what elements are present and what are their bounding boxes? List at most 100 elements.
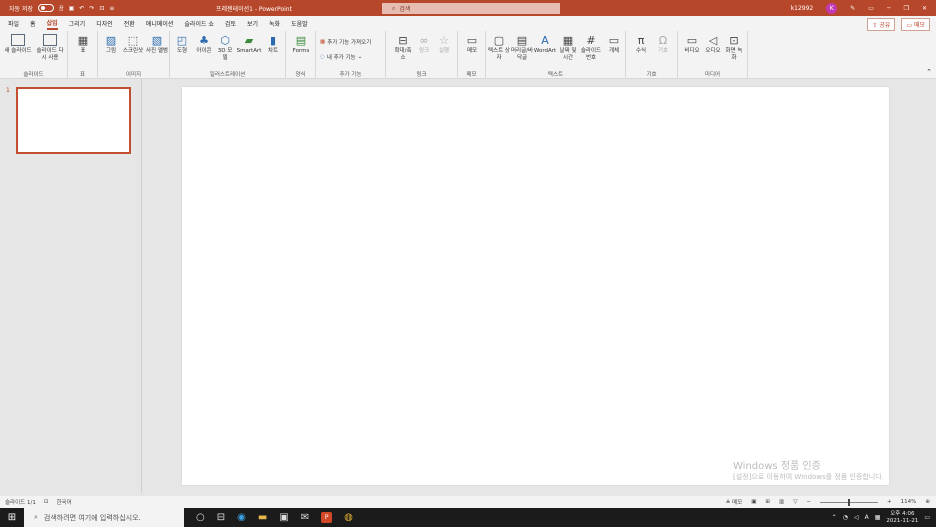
tab-slideshow[interactable]: 슬라이드 쇼 — [184, 19, 214, 28]
notification-icon[interactable]: ▭ — [924, 514, 930, 521]
notes-button[interactable]: ≜ 메모 — [726, 498, 742, 506]
clock[interactable]: 오후 4:06 2021-11-21 — [886, 511, 918, 525]
tab-draw[interactable]: 그리기 — [69, 19, 86, 28]
tab-record[interactable]: 녹화 — [269, 19, 280, 28]
tab-animations[interactable]: 애니메이션 — [146, 19, 174, 28]
close-icon[interactable]: ✕ — [922, 5, 927, 12]
smartart-button[interactable]: ▰ SmartArt — [236, 34, 262, 55]
screen-record-button[interactable]: ⊡ 화면 녹화 — [724, 34, 744, 62]
chart-button[interactable]: ▮ 차트 — [264, 34, 282, 55]
store-icon[interactable]: ▣ — [279, 512, 288, 523]
table-button[interactable]: ▦ 표 — [75, 34, 91, 55]
network-icon[interactable]: ◔ — [843, 514, 848, 521]
textbox-button[interactable]: ▢ 텍스트 상자 — [488, 34, 510, 62]
equation-button[interactable]: π 수식 — [632, 34, 650, 55]
pen-icon[interactable]: ✎ — [850, 5, 855, 12]
slide-sorter-icon[interactable]: ⊞ — [765, 499, 770, 505]
forms-button[interactable]: ▤ Forms — [291, 34, 311, 55]
slideshow-view-icon[interactable]: ▽ — [793, 499, 797, 505]
zoom-button[interactable]: ⊟ 확대/축소 — [392, 34, 414, 62]
new-slide-button[interactable]: 새 슬라이드 — [3, 34, 33, 55]
document-title: 프레젠테이션1 - PowerPoint — [216, 6, 292, 13]
3d-models-label: 3D 모델 — [217, 48, 233, 61]
group-comments-label: 메모 — [466, 72, 477, 78]
user-name: k12992 — [790, 4, 814, 12]
header-footer-button[interactable]: ▤ 머리글/바닥글 — [510, 34, 534, 62]
restore-icon[interactable]: ❐ — [904, 5, 909, 12]
icons-button[interactable]: ♣ 아이콘 — [194, 34, 214, 55]
mail-icon[interactable]: ✉ — [301, 512, 309, 523]
audio-button[interactable]: ◁ 오디오 — [703, 34, 723, 55]
autosave-toggle[interactable] — [38, 4, 54, 12]
comments-button[interactable]: ▭ 메모 — [901, 18, 930, 31]
tab-review[interactable]: 검토 — [225, 19, 236, 28]
video-icon: ▭ — [686, 33, 698, 47]
screenshot-button[interactable]: ⬚ 스크린샷 — [122, 34, 144, 55]
slide-number-button[interactable]: # 슬라이드 번호 — [579, 34, 603, 62]
tray-expand-icon[interactable]: ⌃ — [832, 514, 837, 521]
tab-help[interactable]: 도움말 — [291, 19, 308, 28]
save-icon[interactable]: ▣ — [69, 5, 75, 12]
link-button[interactable]: ∞ 링크 — [415, 34, 433, 55]
object-button[interactable]: ▭ 개체 — [605, 34, 623, 55]
zoom-slider[interactable] — [820, 498, 879, 506]
tab-design[interactable]: 디자인 — [96, 19, 113, 28]
3d-models-button[interactable]: ⬡ 3D 모델 — [216, 34, 234, 62]
title-search-box[interactable]: ⌕ 검색 — [382, 3, 560, 14]
accessibility-icon[interactable]: ⊡ — [44, 499, 49, 505]
smartart-icon: ▰ — [244, 33, 254, 47]
volume-icon[interactable]: ◁ — [854, 514, 859, 521]
taskbar-search[interactable]: ⌕ 검색하려면 여기에 입력하십시오. — [24, 508, 184, 527]
zoom-in-icon[interactable]: + — [887, 499, 892, 505]
datetime-button[interactable]: ▦ 날짜 및 시간 — [558, 34, 578, 62]
windows-start-icon[interactable]: ⊞ — [0, 508, 24, 527]
normal-view-icon[interactable]: ▣ — [751, 499, 756, 505]
file-explorer-icon[interactable]: ▬ — [258, 512, 267, 523]
zoom-out-icon[interactable]: − — [806, 499, 811, 505]
slide-canvas[interactable] — [182, 87, 889, 485]
my-addins-button[interactable]: ◌ 내 추가 기능 ⌄ — [320, 53, 362, 61]
fit-slide-icon[interactable]: ⊕ — [925, 499, 930, 505]
reading-view-icon[interactable]: ▥ — [779, 499, 784, 505]
avatar[interactable]: K — [826, 2, 838, 14]
photo-album-button[interactable]: ▧ 사진 앨범 — [146, 34, 168, 55]
tab-insert[interactable]: 삽입 — [46, 18, 58, 30]
keyboard-icon[interactable]: ▦ — [875, 514, 881, 521]
tab-transitions[interactable]: 전환 — [124, 19, 135, 28]
picture-button[interactable]: ▨ 그림 — [101, 34, 121, 55]
undo-icon[interactable]: ↶ — [79, 5, 84, 12]
ribbon-display-icon[interactable]: ▭ — [868, 5, 874, 12]
ribbon: 새 슬라이드 슬라이드 다시 사용 슬라이드 ▦ 표 표 ▨ 그림 ⬚ 스크린샷… — [0, 31, 936, 79]
collapse-ribbon-icon[interactable]: ⌃ — [926, 68, 932, 76]
shapes-button[interactable]: ◰ 도형 — [174, 34, 190, 55]
tab-file[interactable]: 파일 — [8, 19, 19, 28]
language-indicator[interactable]: 한국어 — [56, 498, 71, 506]
customize-qat-icon[interactable]: ≡ — [109, 5, 114, 12]
comment-button[interactable]: ▭ 메모 — [463, 34, 481, 55]
video-button[interactable]: ▭ 비디오 — [682, 34, 702, 55]
powerpoint-icon[interactable]: P — [321, 512, 333, 523]
cortana-icon[interactable]: ○ — [196, 512, 205, 523]
wordart-button[interactable]: A WordArt — [534, 34, 556, 55]
symbol-button[interactable]: Ω 기호 — [654, 34, 672, 55]
action-button[interactable]: ☆ 실행 — [435, 34, 453, 55]
minimize-icon[interactable]: ─ — [887, 5, 891, 12]
picture-icon: ▨ — [105, 33, 117, 47]
zoom-level[interactable]: 114% — [901, 499, 917, 505]
redo-icon[interactable]: ↷ — [89, 5, 94, 12]
tab-view[interactable]: 보기 — [247, 19, 258, 28]
audio-label: 오디오 — [705, 48, 721, 54]
task-view-icon[interactable]: ⊟ — [217, 512, 225, 523]
ime-indicator[interactable]: A — [865, 514, 869, 521]
share-button[interactable]: ⇪ 공유 — [867, 18, 896, 31]
present-icon[interactable]: ⊡ — [99, 5, 104, 12]
get-addins-button[interactable]: ▦ 추가 기능 가져오기 — [320, 38, 371, 46]
header-footer-label: 머리글/바닥글 — [510, 48, 534, 61]
slide-thumbnail[interactable] — [16, 87, 131, 154]
reuse-slides-button[interactable]: 슬라이드 다시 사용 — [35, 34, 65, 62]
edge-icon[interactable]: ◉ — [237, 512, 246, 523]
tab-home[interactable]: 홈 — [30, 19, 36, 28]
chrome-icon[interactable]: ◍ — [344, 512, 353, 523]
zoom-slider-thumb[interactable] — [848, 498, 851, 506]
textbox-label: 텍스트 상자 — [488, 48, 510, 61]
